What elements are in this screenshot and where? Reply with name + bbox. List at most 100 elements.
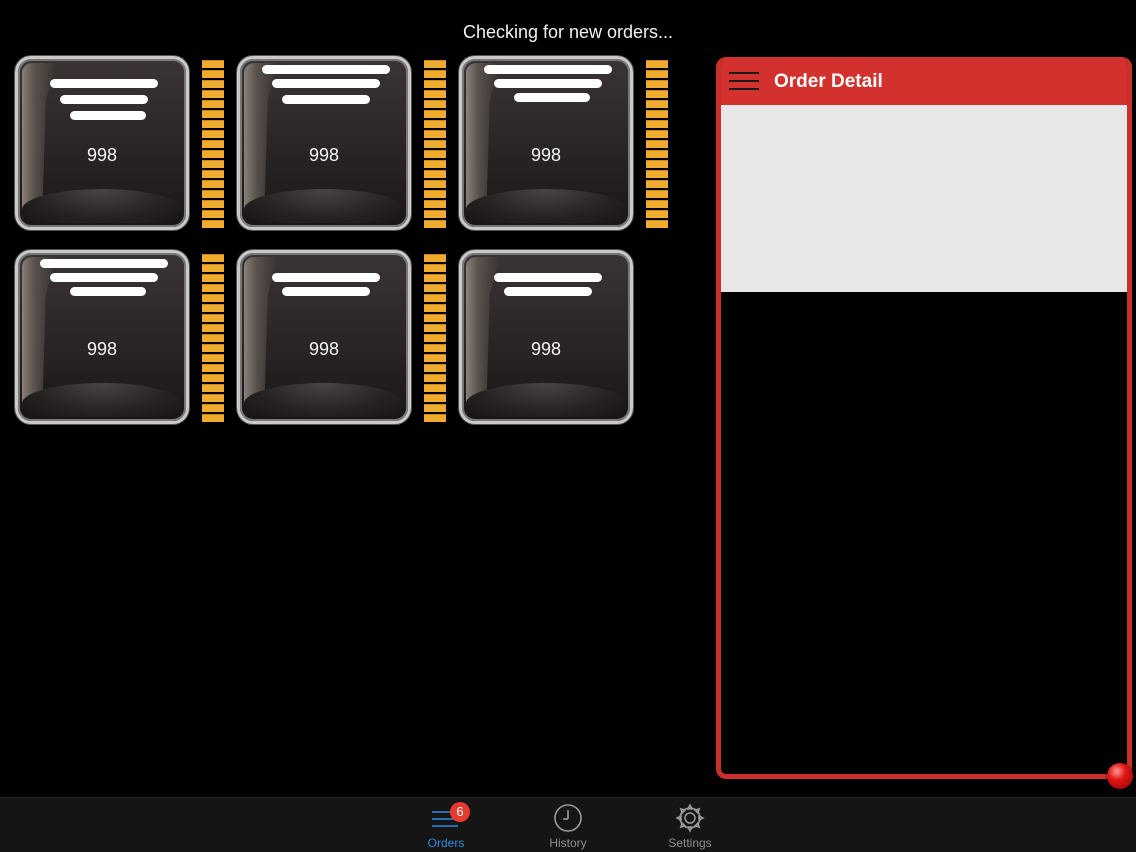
app-root: Checking for new orders... 998 998 998 9…	[0, 0, 1136, 852]
order-tile[interactable]: 998	[15, 56, 189, 230]
tab-label: Settings	[668, 836, 712, 850]
order-number: 998	[530, 339, 562, 359]
order-detail-content	[721, 105, 1127, 292]
ladder-rung	[424, 344, 446, 352]
order-tile[interactable]: 998	[237, 56, 411, 230]
ladder-rung	[424, 354, 446, 362]
ladder-rung	[202, 294, 224, 302]
order-tile[interactable]: 998	[237, 250, 411, 424]
ladder-rung	[424, 284, 446, 292]
ladder-rung	[202, 70, 224, 78]
ladder-rung	[202, 284, 224, 292]
hamburger-menu-icon[interactable]	[729, 72, 759, 96]
ladder-rung	[424, 110, 446, 118]
ladder-rung	[202, 60, 224, 68]
ladder-rung	[424, 384, 446, 392]
ladder-rung	[424, 374, 446, 382]
ladder-rung	[646, 90, 668, 98]
ladder-rung	[202, 374, 224, 382]
order-line-bar	[282, 287, 370, 296]
panel-title: Order Detail	[774, 71, 883, 92]
status-message: Checking for new orders...	[462, 22, 674, 42]
ladder-rung	[202, 220, 224, 228]
ladder-rung	[424, 414, 446, 422]
ladder-rung	[424, 160, 446, 168]
tab-settings[interactable]: Settings	[650, 802, 730, 850]
order-number: 998	[308, 339, 340, 359]
ladder-rung	[202, 180, 224, 188]
status-indicator-dot	[1107, 763, 1133, 789]
ladder-rung	[646, 120, 668, 128]
order-progress-ladder	[424, 60, 446, 228]
tile-base	[466, 189, 626, 223]
ladder-rung	[424, 90, 446, 98]
ladder-rung	[424, 130, 446, 138]
ladder-rung	[424, 60, 446, 68]
ladder-rung	[202, 254, 224, 262]
order-progress-ladder	[646, 60, 668, 228]
ladder-rung	[646, 130, 668, 138]
ladder-rung	[646, 170, 668, 178]
ladder-rung	[646, 210, 668, 218]
order-line-bar	[50, 273, 158, 282]
ladder-rung	[202, 140, 224, 148]
tab-label: History	[549, 836, 587, 850]
ladder-rung	[424, 314, 446, 322]
order-line-bar	[484, 65, 612, 74]
tile-base	[244, 189, 404, 223]
ladder-rung	[424, 334, 446, 342]
ladder-rung	[646, 160, 668, 168]
order-line-bar	[494, 79, 602, 88]
list-lines-icon: 6	[430, 802, 470, 834]
order-line-bar	[282, 95, 370, 104]
ladder-rung	[202, 150, 224, 158]
ladder-rung	[202, 364, 224, 372]
ladder-rung	[202, 404, 224, 412]
ladder-rung	[424, 170, 446, 178]
tab-history[interactable]: History	[528, 802, 608, 850]
ladder-rung	[202, 110, 224, 118]
orders-count-badge: 6	[450, 802, 470, 822]
order-line-bar	[494, 273, 602, 282]
ladder-rung	[646, 190, 668, 198]
ladder-rung	[202, 100, 224, 108]
ladder-rung	[424, 304, 446, 312]
ladder-rung	[424, 274, 446, 282]
tab-label: Orders	[427, 836, 465, 850]
ladder-rung	[202, 190, 224, 198]
order-tile[interactable]: 998	[15, 250, 189, 424]
ladder-rung	[424, 404, 446, 412]
ladder-rung	[646, 100, 668, 108]
ladder-rung	[202, 200, 224, 208]
tile-base	[244, 383, 404, 417]
ladder-rung	[646, 220, 668, 228]
order-tile[interactable]: 998	[459, 56, 633, 230]
ladder-rung	[202, 130, 224, 138]
ladder-rung	[646, 80, 668, 88]
order-tile[interactable]: 998	[459, 250, 633, 424]
ladder-rung	[424, 210, 446, 218]
order-line-bar	[514, 93, 590, 102]
order-number: 998	[530, 145, 562, 165]
ladder-rung	[424, 364, 446, 372]
order-number: 998	[86, 145, 118, 165]
tab-bar: 6 Orders History Settings	[0, 797, 1136, 852]
tab-orders[interactable]: 6 Orders	[406, 802, 486, 850]
order-number: 998	[308, 145, 340, 165]
order-line-bar	[70, 287, 146, 296]
order-progress-ladder	[202, 254, 224, 422]
ladder-rung	[646, 110, 668, 118]
ladder-rung	[424, 70, 446, 78]
order-line-bar	[70, 111, 146, 120]
ladder-rung	[202, 170, 224, 178]
ladder-rung	[424, 294, 446, 302]
tile-base	[22, 189, 182, 223]
ladder-rung	[202, 414, 224, 422]
order-progress-ladder	[424, 254, 446, 422]
ladder-rung	[202, 354, 224, 362]
order-line-bar	[272, 273, 380, 282]
order-number: 998	[86, 339, 118, 359]
order-line-bar	[504, 287, 592, 296]
tile-base	[466, 383, 626, 417]
ladder-rung	[424, 264, 446, 272]
